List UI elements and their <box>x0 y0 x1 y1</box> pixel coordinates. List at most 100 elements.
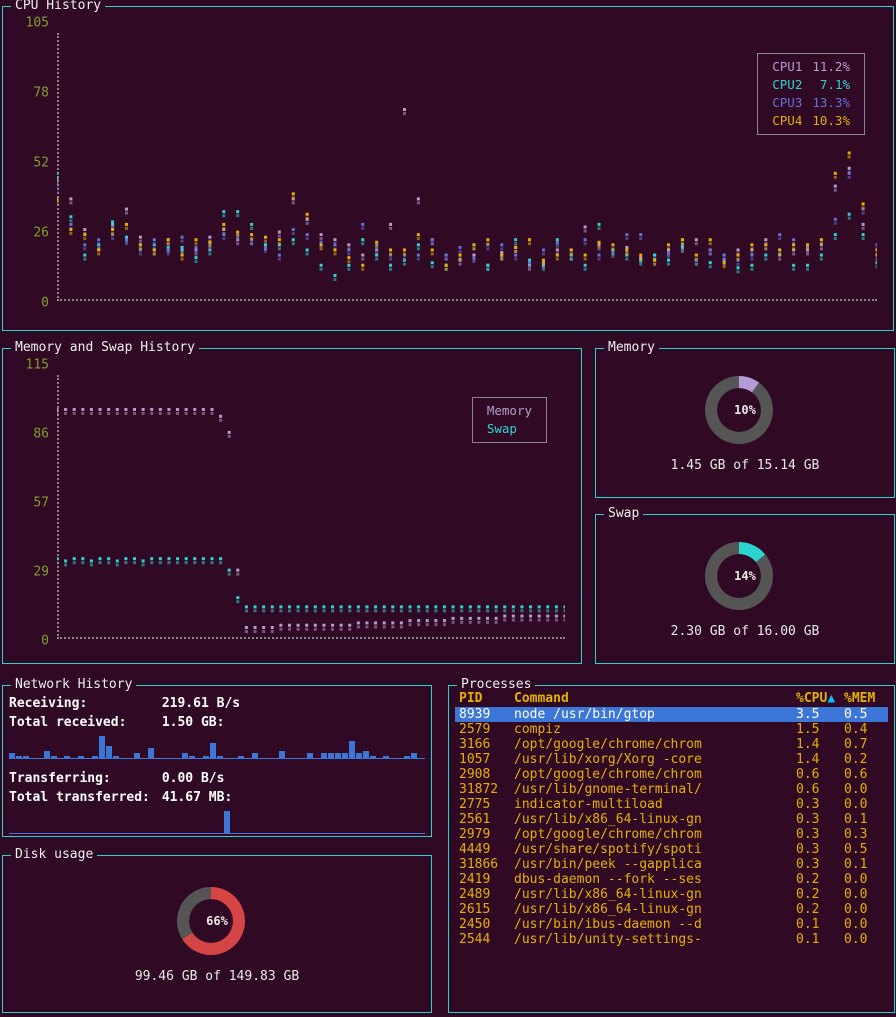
processes-table[interactable]: PID Command %CPU▲ %MEM 8939node /usr/bin… <box>455 690 888 947</box>
table-row[interactable]: 31872/usr/lib/gnome-terminal/0.60.0 <box>455 782 888 797</box>
cell-cpu: 0.6 <box>792 767 840 782</box>
col-cmd[interactable]: Command <box>510 690 792 707</box>
cell-pid: 3166 <box>455 737 510 752</box>
cell-cpu: 0.2 <box>792 887 840 902</box>
cell-cmd: compiz <box>510 722 792 737</box>
cell-mem: 0.1 <box>840 812 888 827</box>
cell-pid: 2489 <box>455 887 510 902</box>
disk-percent-label: 66% <box>177 887 257 955</box>
cell-mem: 0.3 <box>840 827 888 842</box>
cell-pid: 4449 <box>455 842 510 857</box>
cell-mem: 0.0 <box>840 887 888 902</box>
cell-cpu: 3.5 <box>792 707 840 722</box>
y-tick: 57 <box>33 496 49 511</box>
processes-panel: Processes PID Command %CPU▲ %MEM 8939nod… <box>448 685 895 1013</box>
cell-cmd: /usr/lib/xorg/Xorg -core <box>510 752 792 767</box>
cell-cmd: /usr/share/spotify/spoti <box>510 842 792 857</box>
table-row[interactable]: 2908/opt/google/chrome/chrom0.60.6 <box>455 767 888 782</box>
cell-pid: 2615 <box>455 902 510 917</box>
cell-cmd: /usr/bin/ibus-daemon --d <box>510 917 792 932</box>
swap-usage-text: 2.30 GB of 16.00 GB <box>671 624 820 639</box>
table-row[interactable]: 2419dbus-daemon --fork --ses0.20.0 <box>455 872 888 887</box>
cell-mem: 0.0 <box>840 917 888 932</box>
cpu-panel-title: CPU History <box>11 0 105 13</box>
cell-mem: 0.0 <box>840 782 888 797</box>
cell-cpu: 0.6 <box>792 782 840 797</box>
table-row[interactable]: 2775indicator-multiload0.30.0 <box>455 797 888 812</box>
y-tick: 105 <box>26 16 49 31</box>
cell-pid: 2775 <box>455 797 510 812</box>
net-rx-sparkline <box>9 734 425 758</box>
mem-y-ticks: 1158657290 <box>15 365 49 641</box>
cell-pid: 1057 <box>455 752 510 767</box>
cell-pid: 31866 <box>455 857 510 872</box>
cpu-y-ticks: 1057852260 <box>15 23 49 303</box>
disk-usage-text: 99.46 GB of 149.83 GB <box>135 969 299 984</box>
cell-cmd: node /usr/bin/gtop <box>510 707 792 722</box>
y-tick: 29 <box>33 565 49 580</box>
processes-header-row[interactable]: PID Command %CPU▲ %MEM <box>455 690 888 707</box>
processes-panel-title: Processes <box>457 677 535 692</box>
y-tick: 78 <box>33 86 49 101</box>
table-row[interactable]: 2489/usr/lib/x86_64-linux-gn0.20.0 <box>455 887 888 902</box>
cell-pid: 8939 <box>455 707 510 722</box>
cell-cmd: /usr/lib/x86_64-linux-gn <box>510 887 792 902</box>
y-tick: 0 <box>41 634 49 649</box>
table-row[interactable]: 3166/opt/google/chrome/chrom1.40.7 <box>455 737 888 752</box>
sort-asc-icon: ▲ <box>827 691 835 706</box>
cell-mem: 0.0 <box>840 902 888 917</box>
memory-gauge-title: Memory <box>604 340 659 355</box>
table-row[interactable]: 2450/usr/bin/ibus-daemon --d0.10.0 <box>455 917 888 932</box>
table-row[interactable]: 31866/usr/bin/peek --gapplica0.30.1 <box>455 857 888 872</box>
col-pid[interactable]: PID <box>455 690 510 707</box>
cell-cmd: /usr/lib/x86_64-linux-gn <box>510 902 792 917</box>
disk-usage-panel: Disk usage 66% 99.46 GB of 149.83 GB <box>2 855 432 1013</box>
net-transferring-value: 0.00 B/s <box>162 771 225 786</box>
cell-cmd: indicator-multiload <box>510 797 792 812</box>
cell-cmd: /usr/bin/peek --gapplica <box>510 857 792 872</box>
cell-cmd: /usr/lib/unity-settings- <box>510 932 792 947</box>
table-row[interactable]: 2544/usr/lib/unity-settings-0.10.0 <box>455 932 888 947</box>
cell-cpu: 0.2 <box>792 872 840 887</box>
cell-mem: 0.0 <box>840 932 888 947</box>
memory-history-panel: Memory and Swap History 1158657290 Memor… <box>2 348 582 664</box>
col-cpu[interactable]: %CPU▲ <box>792 690 840 707</box>
y-tick: 115 <box>26 358 49 373</box>
net-divider2 <box>9 833 425 834</box>
disk-donut: 66% <box>177 887 257 955</box>
table-row[interactable]: 1057/usr/lib/xorg/Xorg -core1.40.2 <box>455 752 888 767</box>
net-receiving-label: Receiving: <box>9 696 154 711</box>
net-transferring-label: Transferring: <box>9 771 154 786</box>
disk-panel-title: Disk usage <box>11 847 97 862</box>
swap-donut: 14% <box>705 542 785 610</box>
net-total-received-label: Total received: <box>9 715 154 730</box>
cell-pid: 31872 <box>455 782 510 797</box>
net-receiving-value: 219.61 B/s <box>162 696 240 711</box>
table-row[interactable]: 4449/usr/share/spotify/spoti0.30.5 <box>455 842 888 857</box>
table-row[interactable]: 8939node /usr/bin/gtop3.50.5 <box>455 707 888 722</box>
table-row[interactable]: 2979/opt/google/chrome/chrom0.30.3 <box>455 827 888 842</box>
net-total-transferred-label: Total transferred: <box>9 790 154 805</box>
swap-gauge-panel: Swap 14% 2.30 GB of 16.00 GB <box>595 514 895 664</box>
cell-pid: 2908 <box>455 767 510 782</box>
net-total-transferred-value: 41.67 MB: <box>162 790 232 805</box>
table-row[interactable]: 2579compiz1.50.4 <box>455 722 888 737</box>
memory-usage-text: 1.45 GB of 15.14 GB <box>671 458 820 473</box>
mem-chart: 1158657290 MemorySwap <box>9 355 575 651</box>
memory-donut: 10% <box>705 376 785 444</box>
net-total-received-value: 1.50 GB: <box>162 715 225 730</box>
cell-mem: 0.5 <box>840 707 888 722</box>
swap-percent-label: 14% <box>705 542 785 610</box>
mem-legend: MemorySwap <box>472 397 547 443</box>
net-tx-sparkline <box>9 809 425 833</box>
table-row[interactable]: 2615/usr/lib/x86_64-linux-gn0.20.0 <box>455 902 888 917</box>
cell-pid: 2544 <box>455 932 510 947</box>
cell-cmd: /opt/google/chrome/chrom <box>510 827 792 842</box>
cell-mem: 0.1 <box>840 857 888 872</box>
memory-gauge-panel: Memory 10% 1.45 GB of 15.14 GB <box>595 348 895 498</box>
cell-cpu: 0.2 <box>792 902 840 917</box>
y-tick: 0 <box>41 296 49 311</box>
table-row[interactable]: 2561/usr/lib/x86_64-linux-gn0.30.1 <box>455 812 888 827</box>
cell-pid: 2579 <box>455 722 510 737</box>
col-mem[interactable]: %MEM <box>840 690 888 707</box>
